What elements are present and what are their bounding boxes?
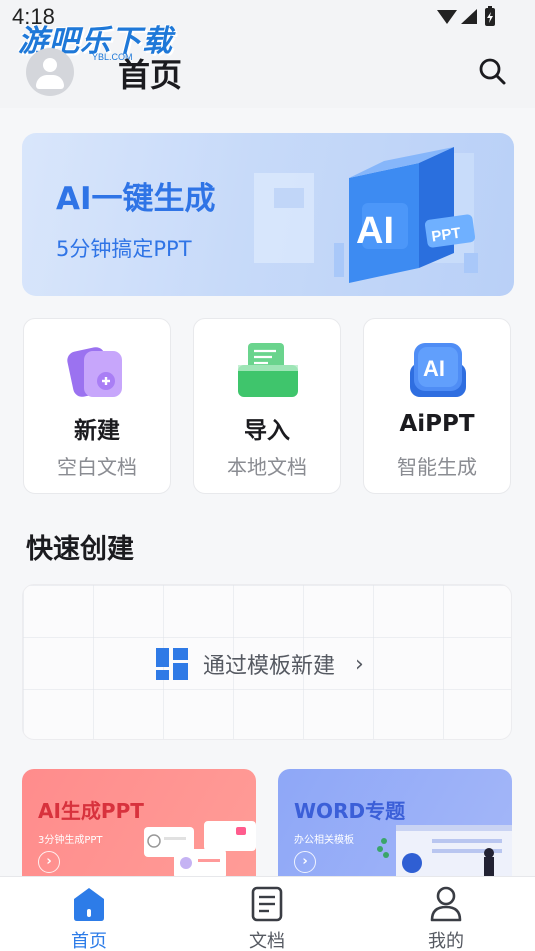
card-subtitle: 空白文档	[57, 455, 137, 479]
template-grid-icon	[156, 648, 188, 680]
search-button[interactable]	[477, 56, 507, 86]
promo-go-icon: ›	[38, 851, 60, 873]
nav-documents[interactable]: 文档	[178, 877, 356, 951]
promo-title: AI生成PPT	[38, 799, 144, 823]
status-icons	[435, 6, 497, 28]
ai-icon-text: AI	[423, 356, 445, 381]
search-icon	[479, 58, 506, 85]
page-title: 首页	[118, 56, 183, 94]
template-label: 通过模板新建	[203, 654, 336, 679]
import-folder-icon	[238, 343, 298, 397]
promo-go-icon: ›	[294, 851, 316, 873]
card-subtitle: 本地文档	[227, 455, 307, 479]
promo-subtitle: 3分钟生成PPT	[38, 835, 103, 846]
ai-icon: AI	[410, 343, 466, 397]
card-subtitle: 智能生成	[397, 455, 477, 479]
home-icon	[74, 888, 104, 921]
ai-banner[interactable]: AI一键生成 5分钟搞定PPT AI PPT	[22, 133, 514, 296]
avatar[interactable]	[26, 48, 74, 96]
word-topic-promo-card[interactable]: WORD专题 办公相关模板 ›	[278, 769, 512, 879]
avatar-head-icon	[43, 58, 57, 72]
banner-subtitle: 5分钟搞定PPT	[56, 237, 192, 261]
template-row: 通过模板新建 ›	[155, 647, 364, 681]
avatar-body-icon	[36, 75, 64, 89]
new-blank-doc-card[interactable]: 新建 空白文档	[23, 318, 171, 494]
profile-icon	[430, 886, 462, 922]
nav-label: 文档	[249, 931, 285, 951]
document-icon	[251, 886, 283, 922]
import-local-doc-card[interactable]: 导入 本地文档	[193, 318, 341, 494]
card-title: 新建	[74, 418, 120, 444]
banner-art-ai-label: AI	[356, 210, 394, 252]
top-bar: 4:18 游吧乐下载 YBL.COM 首页	[0, 0, 535, 108]
nav-label: 首页	[71, 931, 107, 951]
banner-title: AI一键生成	[56, 181, 216, 217]
chevron-right-icon: ›	[355, 651, 364, 677]
ai-ppt-promo-card[interactable]: AI生成PPT 3分钟生成PPT ›	[22, 769, 256, 879]
nav-profile[interactable]: 我的	[357, 877, 535, 951]
promo-subtitle: 办公相关模板	[294, 835, 354, 846]
new-doc-icon	[67, 347, 122, 397]
signal-battery-icon	[437, 6, 495, 26]
nav-home[interactable]: 首页	[0, 877, 178, 951]
ai-cube-illustration: AI PPT	[254, 147, 478, 283]
card-title: 导入	[244, 418, 290, 444]
ai-ppt-card[interactable]: AI AiPPT 智能生成	[363, 318, 511, 494]
promo-slides-illustration	[144, 821, 256, 879]
nav-label: 我的	[428, 931, 464, 951]
quick-create-title: 快速创建	[26, 534, 134, 565]
create-from-template-button[interactable]: 通过模板新建 ›	[22, 584, 512, 740]
card-title: AiPPT	[399, 411, 475, 437]
promo-document-illustration	[377, 825, 512, 879]
bottom-nav: 首页 文档 我的	[0, 876, 535, 951]
